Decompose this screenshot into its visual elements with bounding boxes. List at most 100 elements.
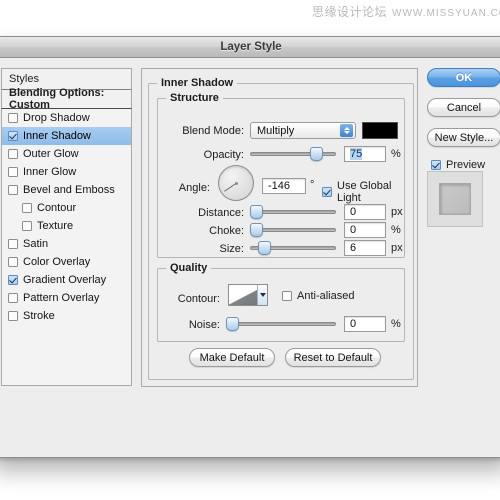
choke-slider-thumb[interactable] bbox=[250, 223, 263, 237]
angle-label: Angle: bbox=[178, 182, 210, 194]
effect-row[interactable]: Pattern Overlay bbox=[2, 289, 131, 307]
choke-label: Choke: bbox=[209, 225, 244, 237]
size-slider[interactable] bbox=[250, 241, 336, 255]
preview-shape bbox=[439, 183, 471, 215]
noise-value: 0 bbox=[350, 318, 357, 330]
layer-preview-thumbnail bbox=[427, 171, 483, 227]
dialog-titlebar[interactable]: Layer Style bbox=[0, 37, 500, 58]
effect-checkbox-icon[interactable] bbox=[8, 311, 18, 321]
effect-checkbox-icon[interactable] bbox=[8, 131, 18, 141]
effect-checkbox-icon[interactable] bbox=[8, 239, 18, 249]
opacity-slider-track bbox=[250, 152, 336, 156]
effect-checkbox-icon[interactable] bbox=[8, 275, 18, 285]
distance-unit: px bbox=[391, 206, 403, 218]
reset-to-default-label: Reset to Default bbox=[293, 351, 373, 364]
screenshot-root: 思缘设计论坛 WWW.MISSYUAN.COM Layer Style Style… bbox=[0, 0, 500, 500]
new-style-button[interactable]: New Style... bbox=[427, 128, 500, 147]
noise-input[interactable]: 0 bbox=[344, 316, 386, 332]
noise-unit: % bbox=[391, 318, 401, 330]
effect-row[interactable]: Bevel and Emboss bbox=[2, 181, 131, 199]
effect-row[interactable]: Gradient Overlay bbox=[2, 271, 131, 289]
effect-row[interactable]: Contour bbox=[2, 199, 131, 217]
choke-input[interactable]: 0 bbox=[344, 222, 386, 238]
noise-slider-track bbox=[226, 322, 336, 326]
blend-mode-select[interactable]: Multiply bbox=[250, 122, 356, 139]
effect-row[interactable]: Inner Glow bbox=[2, 163, 131, 181]
preview-checkbox[interactable]: Preview bbox=[431, 159, 485, 171]
anti-aliased-checkbox[interactable]: Anti-aliased bbox=[282, 290, 354, 302]
make-default-label: Make Default bbox=[199, 351, 265, 364]
anti-aliased-check-icon bbox=[282, 291, 292, 301]
effect-checkbox-icon[interactable] bbox=[8, 293, 18, 303]
angle-dial-hub bbox=[234, 181, 238, 185]
effect-checkbox-icon[interactable] bbox=[8, 257, 18, 267]
distance-input[interactable]: 0 bbox=[344, 204, 386, 220]
effect-row[interactable]: Stroke bbox=[2, 307, 131, 325]
styles-header[interactable]: Styles bbox=[1, 68, 132, 89]
opacity-input[interactable]: 75 bbox=[344, 146, 386, 162]
layer-style-dialog: Layer Style Styles Blending Options: Cus… bbox=[0, 36, 500, 458]
watermark-url: WWW.MISSYUAN.COM bbox=[392, 8, 500, 19]
noise-slider[interactable] bbox=[226, 317, 336, 331]
effect-checkbox-icon[interactable] bbox=[22, 203, 32, 213]
effect-row[interactable]: Inner Shadow bbox=[2, 127, 131, 145]
distance-slider[interactable] bbox=[250, 205, 336, 219]
styles-header-label: Styles bbox=[9, 73, 39, 85]
effect-checkbox-icon[interactable] bbox=[22, 221, 32, 231]
make-default-button[interactable]: Make Default bbox=[189, 348, 275, 367]
effect-checkbox-icon[interactable] bbox=[8, 113, 18, 123]
opacity-slider[interactable] bbox=[250, 147, 336, 161]
effect-row[interactable]: Outer Glow bbox=[2, 145, 131, 163]
new-style-label: New Style... bbox=[434, 131, 494, 144]
effect-checkbox-icon[interactable] bbox=[8, 185, 18, 195]
preview-label: Preview bbox=[446, 159, 486, 171]
contour-preset-swatch[interactable] bbox=[228, 284, 268, 306]
effects-list[interactable]: Drop Shadow Inner Shadow Outer Glow Inner G… bbox=[1, 109, 132, 386]
noise-label: Noise: bbox=[188, 319, 220, 331]
structure-legend: Structure bbox=[166, 92, 223, 104]
angle-input[interactable]: -146 bbox=[262, 178, 306, 194]
blending-options-label: Blending Options: Custom bbox=[9, 87, 105, 111]
effect-label: Inner Glow bbox=[23, 166, 77, 178]
effect-row[interactable]: Color Overlay bbox=[2, 253, 131, 271]
effect-row[interactable]: Texture bbox=[2, 217, 131, 235]
blend-mode-label: Blend Mode: bbox=[182, 125, 244, 137]
inner-shadow-legend: Inner Shadow bbox=[157, 77, 238, 89]
size-input[interactable]: 6 bbox=[344, 240, 386, 256]
effect-label: Drop Shadow bbox=[23, 112, 90, 124]
choke-unit: % bbox=[391, 224, 401, 236]
dialog-body: Styles Blending Options: Custom Drop Sha… bbox=[0, 58, 500, 457]
opacity-unit: % bbox=[391, 148, 401, 160]
effect-checkbox-icon[interactable] bbox=[8, 167, 18, 177]
angle-dial[interactable] bbox=[218, 165, 254, 201]
use-global-light-checkbox[interactable]: Use Global Light bbox=[322, 180, 404, 204]
shadow-color-swatch[interactable] bbox=[362, 122, 398, 139]
noise-slider-thumb[interactable] bbox=[226, 317, 239, 331]
choke-value: 0 bbox=[350, 224, 357, 236]
contour-dropdown-arrow[interactable] bbox=[257, 285, 267, 305]
distance-label: Distance: bbox=[198, 207, 244, 219]
size-slider-thumb[interactable] bbox=[258, 241, 271, 255]
anti-aliased-label: Anti-aliased bbox=[297, 290, 355, 302]
effect-checkbox-icon[interactable] bbox=[8, 149, 18, 159]
opacity-slider-thumb[interactable] bbox=[310, 147, 323, 161]
blending-options-row[interactable]: Blending Options: Custom bbox=[1, 87, 132, 111]
reset-to-default-button[interactable]: Reset to Default bbox=[285, 348, 381, 367]
effect-label: Color Overlay bbox=[23, 256, 91, 268]
ok-button[interactable]: OK bbox=[427, 68, 500, 87]
actions-panel: OK Cancel New Style... Preview bbox=[427, 68, 500, 387]
effect-label: Texture bbox=[37, 220, 74, 232]
distance-slider-thumb[interactable] bbox=[250, 205, 263, 219]
effect-row[interactable]: Drop Shadow bbox=[2, 109, 131, 127]
watermark-text: 思缘设计论坛 bbox=[312, 5, 388, 19]
effect-row[interactable]: Satin bbox=[2, 235, 131, 253]
use-global-light-check-icon bbox=[322, 187, 332, 197]
cancel-label: Cancel bbox=[446, 101, 482, 114]
ok-label: OK bbox=[455, 71, 473, 84]
distance-value: 0 bbox=[350, 206, 357, 218]
quality-group: Quality Contour: Anti-aliased Noise: 0 % bbox=[157, 262, 405, 342]
choke-slider[interactable] bbox=[250, 223, 336, 237]
use-global-light-label: Use Global Light bbox=[337, 180, 392, 204]
effect-label: Contour bbox=[37, 202, 77, 214]
cancel-button[interactable]: Cancel bbox=[427, 98, 500, 117]
